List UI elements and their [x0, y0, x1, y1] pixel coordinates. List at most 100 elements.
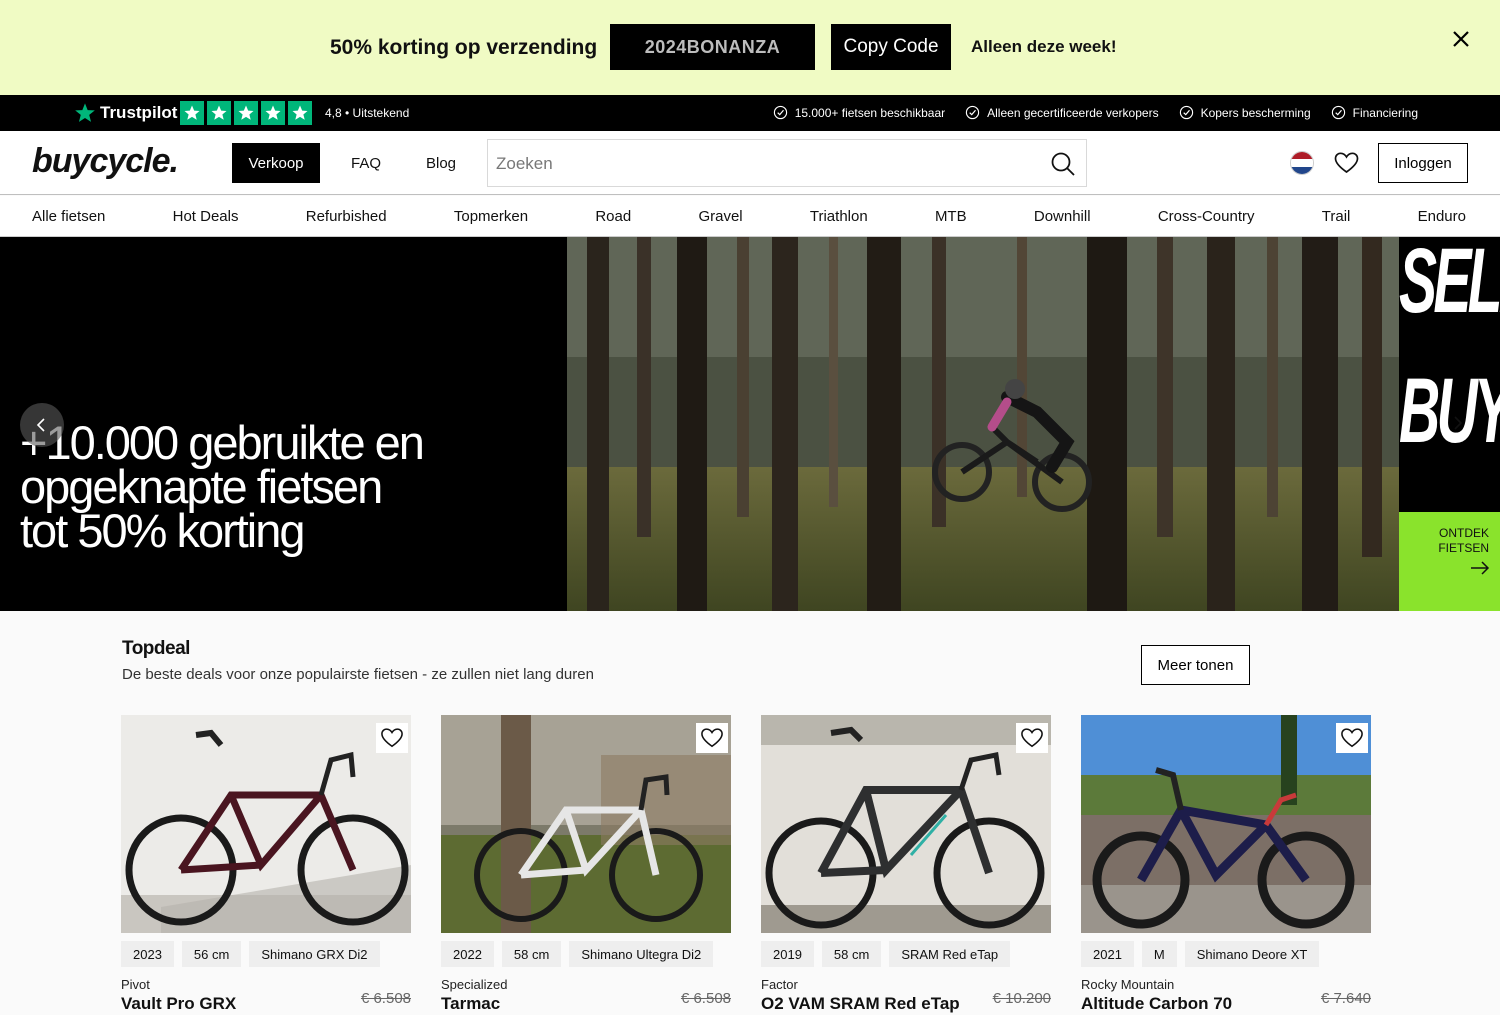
product-model[interactable]: Vault Pro GRX	[121, 994, 236, 1014]
product-old-price: € 6.508	[360, 990, 411, 1007]
promo-code: 2024BONANZA	[610, 24, 815, 70]
category-item[interactable]: Triathlon	[810, 208, 868, 225]
tag-year: 2019	[761, 941, 814, 967]
product-image[interactable]	[441, 715, 731, 933]
usp-item: Alleen gecertificeerde verkopers	[965, 105, 1159, 120]
usp-item: Kopers bescherming	[1179, 105, 1311, 120]
product-image[interactable]	[1081, 715, 1371, 933]
section-subtitle: De beste deals voor onze populairste fie…	[122, 666, 594, 683]
section-title: Topdeal	[122, 638, 190, 659]
search-box	[487, 139, 1087, 187]
category-item[interactable]: Hot Deals	[173, 208, 239, 225]
tag-size: 58 cm	[501, 941, 562, 967]
product-tags: 2023 56 cm Shimano GRX Di2	[121, 941, 380, 967]
category-nav: Alle fietsen Hot Deals Refurbished Topme…	[0, 196, 1500, 237]
product-brand: Pivot	[121, 977, 150, 992]
nav-blog-link[interactable]: Blog	[426, 155, 456, 172]
product-brand: Factor	[761, 977, 798, 992]
copy-code-button[interactable]: Copy Code	[831, 24, 951, 70]
tag-year: 2021	[1081, 941, 1134, 967]
product-tags: 2021 M Shimano Deore XT	[1081, 941, 1320, 967]
category-item[interactable]: Topmerken	[454, 208, 528, 225]
sell-word: SELL	[1399, 237, 1500, 332]
favorite-heart-icon[interactable]	[1336, 723, 1368, 753]
usp-item: Financiering	[1331, 105, 1418, 120]
favorite-heart-icon[interactable]	[376, 723, 408, 753]
tag-groupset: Shimano Deore XT	[1184, 941, 1320, 967]
category-item[interactable]: MTB	[935, 208, 967, 225]
promo-note: Alleen deze week!	[971, 37, 1117, 56]
close-icon[interactable]	[1448, 26, 1474, 52]
hero-carousel: +10.000 gebruikte en opgeknapte fietsen …	[0, 237, 1500, 611]
check-circle-icon	[1331, 105, 1345, 120]
category-item[interactable]: Downhill	[1034, 208, 1091, 225]
tag-year: 2023	[121, 941, 174, 967]
favorite-heart-icon[interactable]	[696, 723, 728, 753]
product-tags: 2022 58 cm Shimano Ultegra Di2	[441, 941, 714, 967]
category-item[interactable]: Refurbished	[306, 208, 387, 225]
product-brand: Specialized	[441, 977, 508, 992]
site-logo[interactable]: buycycle.	[32, 142, 179, 181]
product-old-price: € 6.508	[680, 990, 731, 1007]
favorite-heart-icon[interactable]	[1016, 723, 1048, 753]
category-item[interactable]: Trail	[1322, 208, 1351, 225]
product-model[interactable]: Altitude Carbon 70	[1081, 994, 1232, 1014]
product-old-price: € 7.640	[1320, 990, 1371, 1007]
category-item[interactable]: Alle fietsen	[32, 208, 105, 225]
search-input[interactable]	[496, 150, 1036, 178]
hero-headline: +10.000 gebruikte en opgeknapte fietsen …	[20, 416, 425, 557]
arrow-right-icon	[1470, 560, 1490, 576]
usp-list: 15.000+ fietsen beschikbaar Alleen gecer…	[773, 105, 1418, 120]
product-card[interactable]: 2023 56 cm Shimano GRX Di2 Pivot Vault P…	[121, 715, 411, 1015]
star-icon	[234, 101, 258, 125]
star-icon	[180, 101, 204, 125]
hero-headline-line: tot 50% korting	[20, 504, 306, 557]
usp-label: Alleen gecertificeerde verkopers	[987, 105, 1159, 120]
login-button[interactable]: Inloggen	[1378, 143, 1468, 183]
trustpilot-label: Trustpilot	[100, 103, 178, 122]
category-item[interactable]: Road	[595, 208, 631, 225]
check-circle-icon	[1179, 105, 1193, 120]
product-model[interactable]: Tarmac	[441, 994, 500, 1014]
star-icon	[288, 101, 312, 125]
product-card[interactable]: 2019 58 cm SRAM Red eTap Factor O2 VAM S…	[761, 715, 1051, 1015]
promo-text: 50% korting op verzending	[330, 36, 598, 59]
product-image[interactable]	[121, 715, 411, 933]
check-circle-icon	[965, 105, 980, 120]
product-model[interactable]: O2 VAM SRAM Red eTap	[761, 994, 960, 1014]
discover-bikes-label: ONTDEK FIETSEN	[1438, 526, 1489, 556]
category-item[interactable]: Enduro	[1418, 208, 1466, 225]
favorites-heart-icon[interactable]	[1334, 151, 1359, 175]
star-icon	[261, 101, 285, 125]
usp-item: 15.000+ fietsen beschikbaar	[773, 105, 945, 120]
tag-size: 58 cm	[821, 941, 882, 967]
promo-banner: 50% korting op verzending 2024BONANZA Co…	[0, 0, 1500, 95]
language-flag-icon[interactable]	[1290, 151, 1314, 175]
usp-label: Financiering	[1352, 105, 1418, 120]
hero-headline-line: +10.000 gebruikte en	[20, 416, 425, 469]
product-card[interactable]: 2022 58 cm Shimano Ultegra Di2 Specializ…	[441, 715, 731, 1015]
product-brand: Rocky Mountain	[1081, 977, 1175, 992]
hero-headline-line: opgeknapte fietsen	[20, 460, 383, 513]
tag-groupset: SRAM Red eTap	[889, 941, 1011, 967]
category-item[interactable]: Cross-Country	[1158, 208, 1255, 225]
cta-line: FIETSEN	[1438, 541, 1489, 555]
product-card[interactable]: 2021 M Shimano Deore XT Rocky Mountain A…	[1081, 715, 1371, 1015]
tag-size: 56 cm	[181, 941, 242, 967]
trustpilot-rating: 4,8 • Uitstekend	[325, 106, 410, 120]
star-icon	[207, 101, 231, 125]
trustpilot-star-icon	[75, 103, 95, 122]
nav-faq-link[interactable]: FAQ	[351, 155, 381, 172]
search-icon[interactable]	[1050, 151, 1076, 177]
tag-size: M	[1141, 941, 1177, 967]
carousel-prev-arrow-icon[interactable]	[20, 403, 64, 447]
nav-sell-button[interactable]: Verkoop	[232, 143, 320, 183]
discover-bikes-button[interactable]: ONTDEK FIETSEN	[1399, 512, 1500, 611]
category-item[interactable]: Gravel	[698, 208, 742, 225]
trustpilot-logo[interactable]: Trustpilot	[74, 102, 177, 124]
carousel-next-arrow-icon[interactable]	[1440, 405, 1476, 441]
product-tags: 2019 58 cm SRAM Red eTap	[761, 941, 1011, 967]
usp-label: 15.000+ fietsen beschikbaar	[794, 105, 946, 120]
product-image[interactable]	[761, 715, 1051, 933]
show-more-button[interactable]: Meer tonen	[1141, 645, 1250, 685]
